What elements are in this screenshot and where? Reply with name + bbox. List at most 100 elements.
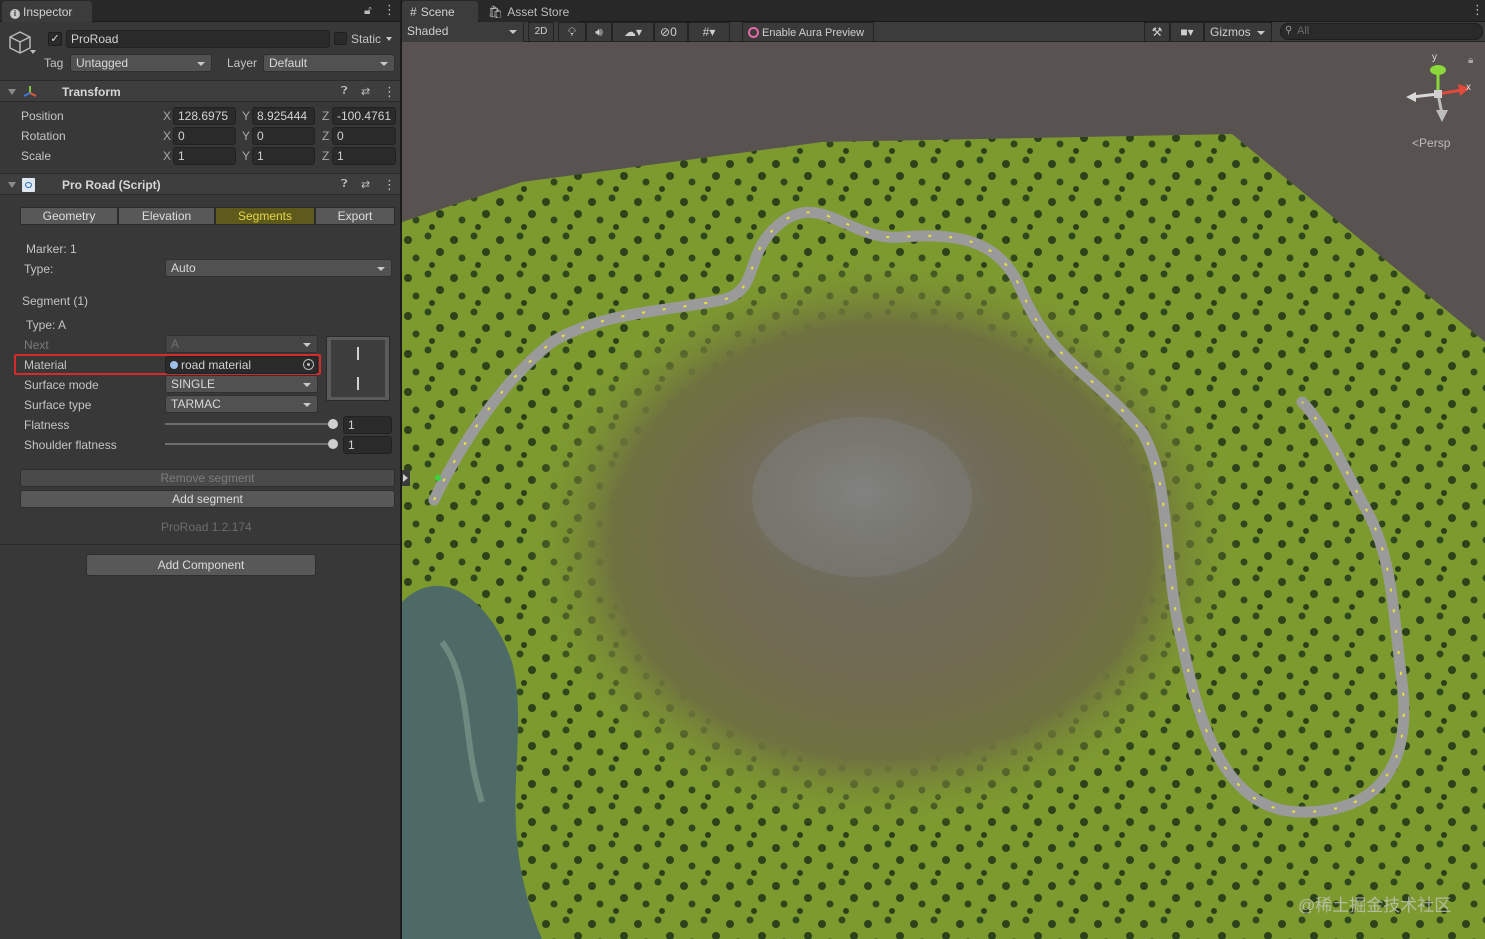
scale-z-axis-label[interactable]: Z: [322, 149, 329, 163]
flatness-field[interactable]: 1: [343, 416, 392, 434]
scene-viewport[interactable]: y x 🔒︎ <Persp @稀土掘金技术社区: [402, 42, 1485, 939]
presets-icon[interactable]: ⇄: [361, 85, 370, 98]
surface-mode-dropdown[interactable]: SINGLE: [165, 375, 318, 393]
lighting-toggle-icon[interactable]: 💡︎: [558, 22, 586, 42]
scale-y-axis-label[interactable]: Y: [242, 149, 250, 163]
proroad-script-header[interactable]: Pro Road (Script) ❓︎ ⇄ ⋮: [0, 173, 400, 195]
add-component-button[interactable]: Add Component: [86, 554, 316, 576]
kebab-menu-icon[interactable]: ⋮: [383, 2, 396, 18]
object-name-field[interactable]: ProRoad: [66, 30, 330, 48]
component-menu-icon[interactable]: ⋮: [383, 177, 396, 193]
scale-label: Scale: [21, 149, 52, 163]
component-menu-icon[interactable]: ⋮: [383, 84, 396, 100]
orientation-gizmo[interactable]: y x: [1402, 52, 1474, 142]
shopping-bag-icon: 🛍︎: [488, 5, 504, 19]
aura-icon: [748, 27, 759, 38]
audio-toggle-icon[interactable]: 🔊︎: [586, 22, 612, 42]
rotation-y-axis-label[interactable]: Y: [242, 129, 250, 143]
object-picker-icon[interactable]: [303, 359, 314, 370]
script-file-icon: [22, 178, 35, 192]
material-sphere-icon: [170, 361, 178, 369]
remove-segment-button[interactable]: Remove segment: [20, 469, 395, 487]
fold-arrow-icon[interactable]: [8, 89, 16, 95]
rotation-y-field[interactable]: 0: [252, 127, 315, 145]
scene-search-input[interactable]: ⚲ All: [1280, 23, 1483, 40]
tab-export[interactable]: Export: [315, 207, 395, 225]
scale-x-field[interactable]: 1: [173, 147, 236, 165]
segment-label: Segment (1): [22, 294, 89, 308]
marker-type-dropdown[interactable]: Auto: [165, 259, 392, 277]
icon-dropdown-arrow[interactable]: [30, 50, 36, 54]
tag-dropdown[interactable]: Untagged: [70, 54, 212, 72]
tab-geometry[interactable]: Geometry: [20, 207, 118, 225]
scale-z-field[interactable]: 1: [332, 147, 396, 165]
layer-dropdown[interactable]: Default: [263, 54, 395, 72]
tag-label: Tag: [44, 56, 64, 70]
lock-icon[interactable]: 🔓︎: [364, 3, 372, 18]
scale-y-field[interactable]: 1: [252, 147, 315, 165]
shading-mode-dropdown[interactable]: Shaded: [402, 22, 524, 42]
shading-mode-label: Shaded: [407, 24, 449, 38]
layer-label: Layer: [227, 56, 258, 70]
tab-scene-label: Scene: [420, 5, 455, 19]
presets-icon[interactable]: ⇄: [361, 178, 370, 191]
tab-scene[interactable]: # Scene: [402, 1, 478, 22]
camera-dropdown-icon[interactable]: ■▾: [1170, 22, 1204, 42]
2d-toggle-button[interactable]: 2D: [528, 22, 554, 42]
gizmo-lock-icon[interactable]: 🔒︎: [1468, 55, 1473, 66]
gizmos-dropdown[interactable]: Gizmos: [1204, 22, 1272, 42]
shoulder-flatness-field[interactable]: 1: [343, 436, 392, 454]
aura-label: Enable Aura Preview: [762, 27, 865, 39]
tools-icon[interactable]: ⚒: [1144, 22, 1170, 42]
position-z-field[interactable]: -100.4761: [332, 107, 396, 125]
transform-header[interactable]: Transform ❓︎ ⇄ ⋮: [0, 80, 400, 102]
static-dropdown-icon[interactable]: [386, 37, 392, 41]
transform-axes-icon: [22, 84, 38, 103]
static-checkbox[interactable]: [334, 32, 347, 45]
position-y-field[interactable]: 8.925444: [252, 107, 315, 125]
persp-chevron-icon: <: [1412, 136, 1420, 150]
inspector-panel: i Inspector 🔓︎ ⋮ ✓ ProRoad Static Tag Unt…: [0, 0, 401, 939]
add-segment-button[interactable]: Add segment: [20, 490, 395, 508]
info-icon: i: [10, 9, 20, 19]
shoulder-slider-handle[interactable]: [328, 439, 338, 449]
persp-label: Persp: [1419, 136, 1451, 150]
flatness-slider-handle[interactable]: [328, 419, 338, 429]
scale-x-axis-label[interactable]: X: [163, 149, 171, 163]
material-preview-thumbnail: [326, 336, 390, 401]
gizmo-x-label: x: [1466, 82, 1471, 93]
material-field[interactable]: road material: [165, 356, 318, 374]
transform-title: Transform: [62, 85, 121, 99]
gizmo-y-label: y: [1432, 52, 1437, 63]
tab-segments[interactable]: Segments: [215, 207, 315, 225]
shoulder-slider-track[interactable]: [165, 443, 333, 445]
kebab-menu-icon[interactable]: ⋮: [1471, 2, 1484, 18]
rotation-z-field[interactable]: 0: [332, 127, 396, 145]
grid-snap-dropdown-icon[interactable]: #▾: [688, 22, 730, 42]
aura-preview-button[interactable]: Enable Aura Preview: [742, 22, 874, 42]
tab-inspector[interactable]: i Inspector: [2, 1, 92, 22]
position-x-axis-label[interactable]: X: [163, 109, 171, 123]
panel-collapse-handle[interactable]: [402, 470, 410, 486]
active-checkbox[interactable]: ✓: [48, 32, 62, 46]
surface-type-dropdown[interactable]: TARMAC: [165, 395, 318, 413]
scene-tabbar: # Scene 🛍︎ Asset Store ⋮: [402, 0, 1485, 22]
help-icon[interactable]: ❓︎: [341, 85, 348, 98]
effects-dropdown-icon[interactable]: ☁︎▾: [612, 22, 654, 42]
tab-asset-store-label: Asset Store: [507, 5, 570, 19]
tab-elevation[interactable]: Elevation: [118, 207, 215, 225]
rotation-x-axis-label[interactable]: X: [163, 129, 171, 143]
position-z-axis-label[interactable]: Z: [322, 109, 329, 123]
rotation-z-axis-label[interactable]: Z: [322, 129, 329, 143]
flatness-slider-track[interactable]: [165, 423, 333, 425]
position-x-field[interactable]: 128.6975: [173, 107, 236, 125]
tab-asset-store[interactable]: 🛍︎ Asset Store: [480, 1, 578, 22]
hidden-objects-toggle[interactable]: ⊘0: [654, 22, 688, 42]
help-icon[interactable]: ❓︎: [341, 178, 348, 191]
perspective-toggle[interactable]: <Persp: [1412, 136, 1450, 150]
marker-type-label: Type:: [24, 262, 54, 276]
rotation-x-field[interactable]: 0: [173, 127, 236, 145]
surface-type-label: Surface type: [24, 398, 92, 412]
position-y-axis-label[interactable]: Y: [242, 109, 250, 123]
fold-arrow-icon[interactable]: [8, 182, 16, 188]
